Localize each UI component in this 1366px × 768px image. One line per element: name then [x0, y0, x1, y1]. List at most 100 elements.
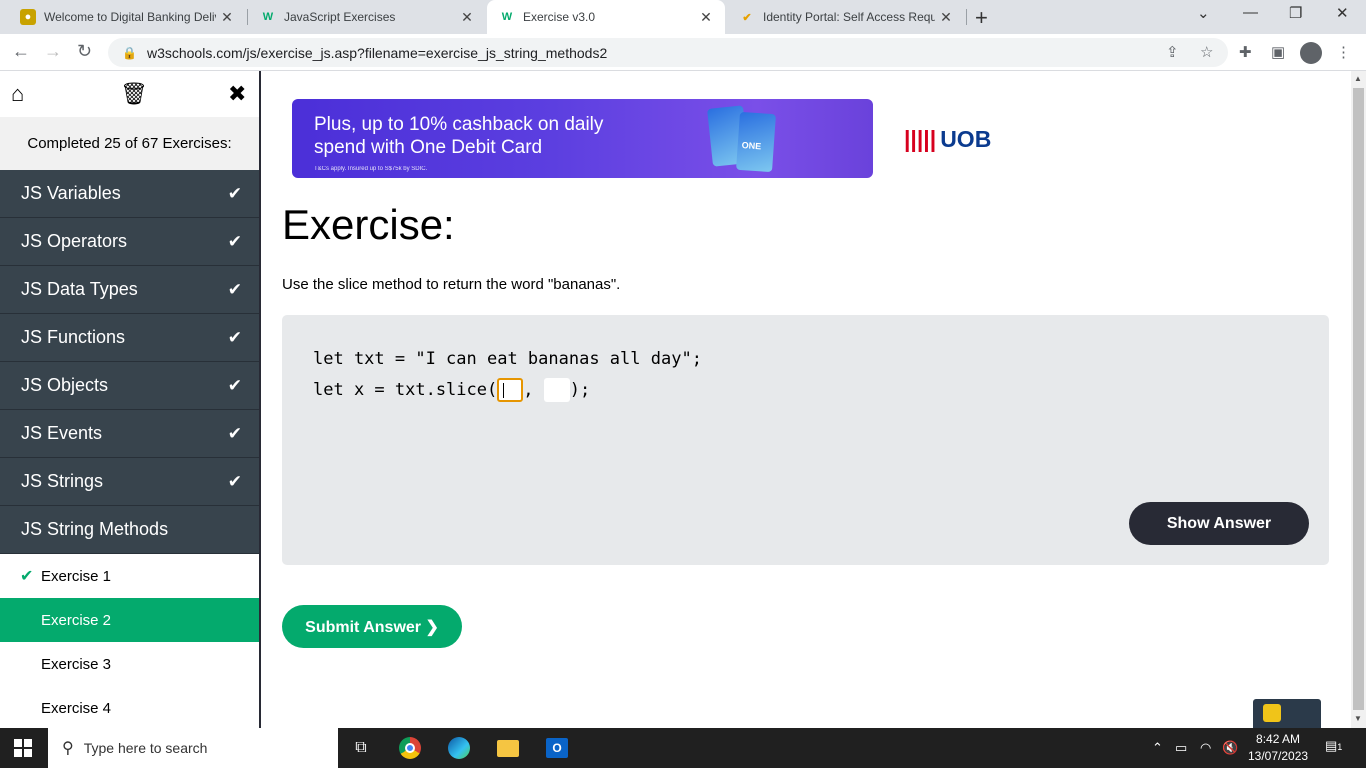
task-view-icon[interactable]: ⧉ [349, 736, 373, 760]
category-js-string-methods[interactable]: JS String Methods [0, 506, 259, 554]
search-icon: ⚲ [62, 740, 74, 757]
code-text: ); [569, 380, 591, 400]
exercise-item-4[interactable]: Exercise 4 [0, 686, 259, 728]
tab-identity-portal[interactable]: ✔ Identity Portal: Self Access Reque ✕ [727, 0, 965, 34]
home-icon[interactable]: ⌂ [11, 81, 24, 107]
chrome-icon[interactable] [398, 736, 422, 760]
checkmark-icon: ✔ [227, 183, 242, 203]
close-sidebar-icon[interactable]: ✖ [228, 81, 246, 107]
code-text: , [523, 380, 544, 400]
checkmark-icon: ✔ [20, 568, 34, 585]
bookmark-star-icon[interactable]: ☆ [1200, 43, 1213, 61]
back-arrow-icon[interactable]: ← [12, 41, 30, 62]
battery-icon[interactable]: ▭ [1175, 740, 1187, 756]
exercise-item-2[interactable]: Exercise 2 [0, 598, 259, 642]
close-window-icon[interactable]: ✕ [1336, 4, 1349, 22]
category-js-events[interactable]: JS Events ✔ [0, 410, 259, 458]
w3schools-favicon-icon: W [262, 11, 274, 23]
notification-center-icon[interactable]: ▤1 [1325, 738, 1342, 754]
lock-icon[interactable]: 🔒 [122, 46, 137, 60]
scroll-up-arrow-icon[interactable]: ▲ [1354, 74, 1362, 83]
exercise-item-3[interactable]: Exercise 3 [0, 642, 259, 686]
tab-title: JavaScript Exercises [284, 10, 396, 24]
profile-avatar-icon[interactable] [1300, 42, 1322, 64]
page-title: Exercise: [282, 201, 455, 248]
tab-title: Welcome to Digital Banking Deliv [44, 10, 216, 24]
ad-headline-1: Plus, up to 10% cashback on daily [314, 114, 604, 135]
new-tab-button[interactable]: + [975, 5, 988, 31]
search-placeholder: Type here to search [83, 740, 208, 756]
ad-headline-2: spend with One Debit Card [314, 137, 543, 158]
floating-widget[interactable] [1253, 699, 1321, 728]
reload-icon[interactable]: ↻ [77, 41, 92, 62]
address-bar[interactable]: 🔒 w3schools.com/js/exercise_js.asp?filen… [108, 38, 1228, 67]
exercise-label: Exercise 1 [41, 567, 112, 585]
submit-answer-button[interactable]: Submit Answer ❯ [282, 605, 462, 648]
trash-icon[interactable]: 🗑 [120, 81, 148, 107]
close-tab-icon[interactable]: ✕ [935, 9, 957, 26]
tab-javascript-exercises[interactable]: W JavaScript Exercises ✕ [248, 0, 486, 34]
restore-icon[interactable]: ❐ [1289, 4, 1302, 22]
checkmark-icon: ✔ [227, 471, 242, 491]
browser-menu-icon[interactable]: ⋮ [1336, 43, 1351, 61]
exercise-sidebar: ⌂ 🗑 ✖ Completed 25 of 67 Exercises: JS V… [0, 71, 261, 728]
code-panel: let txt = "I can eat bananas all day"; l… [282, 315, 1329, 565]
scroll-down-arrow-icon[interactable]: ▼ [1354, 714, 1362, 723]
outlook-icon[interactable]: O [545, 736, 569, 760]
tab-digital-banking[interactable]: ● Welcome to Digital Banking Deliv ✕ [8, 0, 246, 34]
scrollbar-thumb[interactable] [1353, 88, 1364, 710]
slice-end-input[interactable] [543, 378, 570, 402]
tab-exercise-active[interactable]: W Exercise v3.0 ✕ [487, 0, 725, 34]
debit-card-image: ONE [736, 111, 776, 173]
close-tab-icon[interactable]: ✕ [216, 9, 238, 26]
close-tab-icon[interactable]: ✕ [456, 9, 478, 26]
tab-title: Exercise v3.0 [523, 10, 596, 24]
notification-count: 1 [1337, 742, 1343, 752]
forward-arrow-icon[interactable]: → [44, 41, 62, 62]
category-js-functions[interactable]: JS Functions ✔ [0, 314, 259, 362]
share-icon[interactable]: ⇪ [1166, 43, 1179, 61]
slice-start-input[interactable] [497, 378, 524, 402]
checkmark-icon: ✔ [227, 423, 242, 443]
system-clock[interactable]: 8:42 AM 13/07/2023 [1248, 731, 1308, 765]
category-label: JS Data Types [21, 279, 138, 299]
show-hidden-icons-chevron[interactable]: ⌃ [1152, 740, 1163, 756]
close-tab-icon[interactable]: ✕ [695, 9, 717, 26]
category-js-variables[interactable]: JS Variables ✔ [0, 170, 259, 218]
ad-fine-print: T&Cs apply. Insured up to S$75k by SDIC. [314, 166, 428, 172]
uob-logo[interactable]: ||||| UOB [904, 126, 991, 153]
side-panel-icon[interactable]: ▣ [1271, 43, 1285, 61]
main-content: Plus, up to 10% cashback on daily spend … [261, 71, 1351, 728]
category-js-data-types[interactable]: JS Data Types ✔ [0, 266, 259, 314]
checkmark-icon: ✔ [227, 327, 242, 347]
url-text: w3schools.com/js/exercise_js.asp?filenam… [146, 44, 608, 61]
extensions-puzzle-icon[interactable]: ✚ [1239, 43, 1252, 61]
wifi-icon[interactable]: ◠ [1200, 740, 1211, 756]
page-scrollbar[interactable]: ▲ ▼ [1351, 71, 1366, 728]
browser-toolbar: ← → ↻ 🔒 w3schools.com/js/exercise_js.asp… [0, 34, 1366, 71]
windows-start-icon[interactable] [14, 739, 32, 757]
advertisement-banner[interactable]: Plus, up to 10% cashback on daily spend … [292, 99, 873, 178]
volume-muted-icon[interactable]: 🔇 [1222, 740, 1238, 756]
edge-icon[interactable] [447, 736, 471, 760]
identity-favicon-icon: ✔ [742, 11, 752, 24]
exercise-label: Exercise 3 [41, 655, 112, 673]
w3schools-favicon-icon: W [501, 11, 513, 23]
checkmark-icon: ✔ [227, 279, 242, 299]
clock-time: 8:42 AM [1256, 732, 1301, 746]
show-answer-button[interactable]: Show Answer [1129, 502, 1309, 545]
file-explorer-icon[interactable] [496, 736, 520, 760]
minimize-icon[interactable]: — [1243, 4, 1258, 21]
tab-search-chevron-icon[interactable]: ⌄ [1197, 4, 1210, 22]
taskbar-search-box[interactable]: ⚲ Type here to search [48, 728, 338, 768]
category-js-operators[interactable]: JS Operators ✔ [0, 218, 259, 266]
category-js-strings[interactable]: JS Strings ✔ [0, 458, 259, 506]
category-label: JS Events [21, 423, 103, 443]
exercise-label: Exercise 2 [41, 611, 112, 629]
exercise-instruction: Use the slice method to return the word … [282, 276, 621, 293]
code-line-1: let txt = "I can eat bananas all day"; [313, 349, 702, 369]
card-label: ONE [741, 140, 762, 152]
category-js-objects[interactable]: JS Objects ✔ [0, 362, 259, 410]
category-label: JS Functions [21, 327, 126, 347]
exercise-item-1[interactable]: ✔ Exercise 1 [0, 554, 259, 598]
